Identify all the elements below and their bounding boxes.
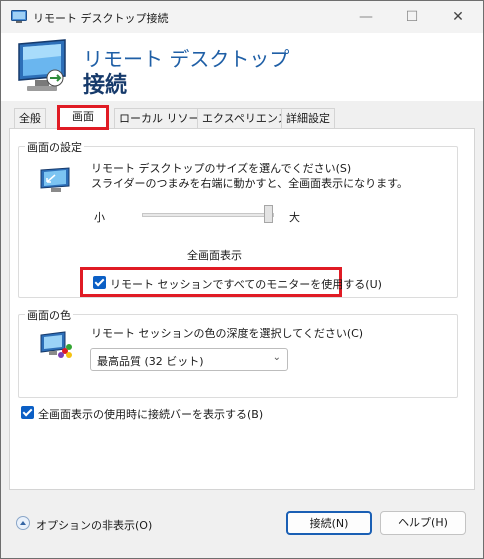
- display-size-icon: [40, 167, 70, 192]
- hide-options-link[interactable]: オプションの非表示(O): [36, 517, 152, 533]
- tab-strip: 全般 画面 ローカル リソース エクスペリエンス 詳細設定: [1, 105, 483, 130]
- display-size-description: リモート デスクトップのサイズを選んでください(S) スライダーのつまみを右端に…: [91, 161, 451, 191]
- use-all-monitors-row[interactable]: リモート セッションですべてのモニターを使用する(U): [80, 267, 382, 297]
- tab-general[interactable]: 全般: [14, 108, 46, 129]
- size-slider-thumb[interactable]: [264, 205, 273, 223]
- minimize-button[interactable]: —: [343, 1, 389, 33]
- help-button[interactable]: ヘルプ(H): [380, 511, 466, 535]
- banner-subtitle: 接続: [83, 73, 128, 98]
- color-palette-icon: [40, 331, 72, 358]
- color-depth-description: リモート セッションの色の深度を選択してください(C): [91, 327, 364, 340]
- title-bar[interactable]: リモート デスクトップ接続 — ☐ ✕: [1, 1, 483, 33]
- fullscreen-label: 全画面表示: [187, 249, 242, 262]
- tab-experience[interactable]: エクスペリエンス: [197, 108, 294, 129]
- tab-display[interactable]: 画面: [57, 105, 109, 130]
- size-slider-track[interactable]: [142, 213, 274, 217]
- slider-max-label: 大: [289, 211, 300, 224]
- show-connection-bar-label[interactable]: 全画面表示の使用時に接続バーを表示する(B): [38, 406, 263, 422]
- use-all-monitors-checkbox[interactable]: [93, 276, 106, 289]
- show-connection-bar-checkbox[interactable]: [21, 406, 34, 419]
- monitor-icon: [18, 39, 66, 91]
- banner: リモート デスクトップ 接続: [1, 33, 483, 101]
- maximize-button[interactable]: ☐: [389, 1, 435, 33]
- tab-advanced[interactable]: 詳細設定: [281, 108, 335, 129]
- chevron-up-icon[interactable]: [16, 516, 30, 530]
- rdp-window: リモート デスクトップ接続 — ☐ ✕ リモート デスクトップ 接続 全般 画面…: [0, 0, 484, 559]
- color-depth-select[interactable]: 最高品質 (32 ビット) ⌄: [90, 348, 288, 371]
- display-settings-label: 画面の設定: [25, 139, 84, 155]
- slider-min-label: 小: [94, 211, 105, 224]
- chevron-down-icon: ⌄: [272, 352, 281, 363]
- remote-desktop-icon: [11, 10, 27, 23]
- connect-button[interactable]: 接続(N): [286, 511, 372, 535]
- colors-group-label: 画面の色: [25, 307, 73, 323]
- window-title: リモート デスクトップ接続: [33, 12, 169, 25]
- close-button[interactable]: ✕: [435, 1, 481, 33]
- display-size-text: リモート デスクトップのサイズを選んでください(S) スライダーのつまみを右端に…: [91, 162, 409, 190]
- color-depth-value: 最高品質 (32 ビット): [97, 355, 204, 368]
- use-all-monitors-label[interactable]: リモート セッションですべてのモニターを使用する(U): [110, 276, 382, 292]
